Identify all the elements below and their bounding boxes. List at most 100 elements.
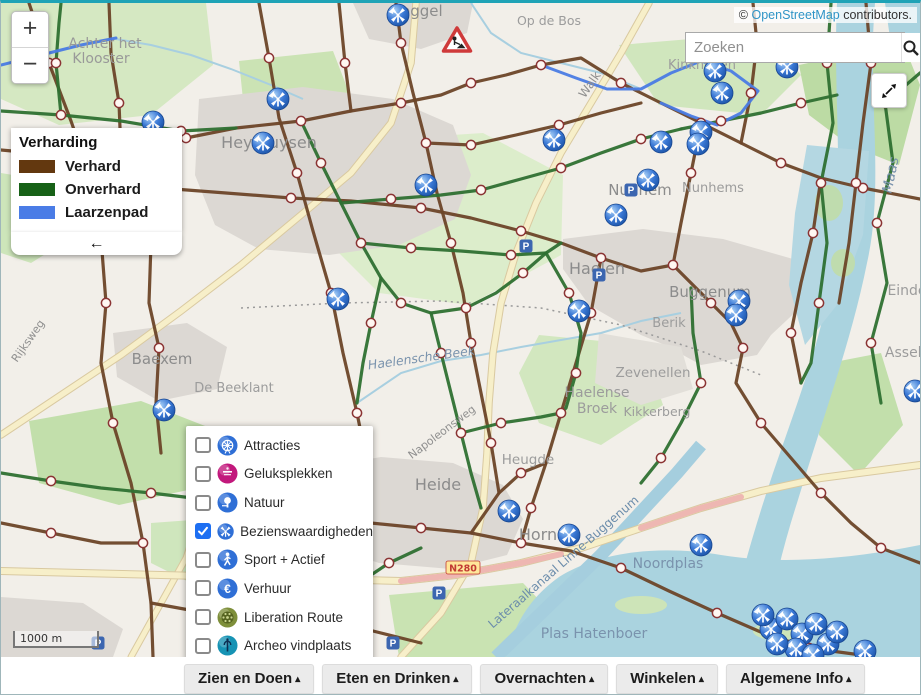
route-node-marker[interactable]	[416, 523, 425, 532]
poi-marker-bezienswaardigheid[interactable]	[387, 4, 409, 26]
layer-item-sport-actief[interactable]: Sport + Actief	[195, 546, 373, 574]
legend-collapse-button[interactable]: ←	[11, 232, 182, 255]
layer-item-natuur[interactable]: Natuur	[195, 489, 373, 517]
route-node-marker[interactable]	[292, 168, 301, 177]
unchecked-checkbox-natuur[interactable]	[195, 495, 211, 511]
poi-marker-bezienswaardigheid[interactable]	[766, 633, 788, 655]
route-node-marker[interactable]	[396, 98, 405, 107]
route-node-marker[interactable]	[46, 528, 55, 537]
layer-item-archeo-vindplaats[interactable]: Archeo vindplaats	[195, 632, 373, 657]
unchecked-checkbox-attracties[interactable]	[195, 437, 211, 453]
route-node-marker[interactable]	[416, 203, 425, 212]
route-node-marker[interactable]	[516, 468, 525, 477]
layer-item-attracties[interactable]: Attracties	[195, 431, 373, 459]
route-node-marker[interactable]	[56, 110, 65, 119]
poi-marker-bezienswaardigheid[interactable]	[252, 132, 274, 154]
route-node-marker[interactable]	[876, 543, 885, 552]
poi-marker-bezienswaardigheid[interactable]	[327, 288, 349, 310]
route-node-marker[interactable]	[696, 378, 705, 387]
route-node-marker[interactable]	[686, 168, 695, 177]
layer-item-geluksplekken[interactable]: Geluksplekken	[195, 460, 373, 488]
unchecked-checkbox-geluksplekken[interactable]	[195, 466, 211, 482]
route-node-marker[interactable]	[296, 116, 305, 125]
route-node-marker[interactable]	[138, 538, 147, 547]
openstreetmap-link[interactable]: OpenStreetMap	[751, 8, 839, 22]
route-node-marker[interactable]	[406, 243, 415, 252]
route-node-marker[interactable]	[264, 53, 273, 62]
poi-marker-bezienswaardigheid[interactable]	[543, 129, 565, 151]
route-node-marker[interactable]	[556, 408, 565, 417]
unchecked-checkbox-liberation-route[interactable]	[195, 609, 211, 625]
route-node-marker[interactable]	[636, 134, 645, 143]
menu-button-zien-en-doen[interactable]: Zien en Doen▴	[184, 664, 314, 694]
zoom-out-button[interactable]: −	[12, 48, 48, 83]
poi-marker-bezienswaardigheid[interactable]	[752, 604, 774, 626]
poi-marker-bezienswaardigheid[interactable]	[498, 500, 520, 522]
route-node-marker[interactable]	[556, 163, 565, 172]
route-node-marker[interactable]	[554, 120, 563, 129]
route-node-marker[interactable]	[716, 116, 725, 125]
parking-marker[interactable]: P	[625, 184, 638, 197]
poi-marker-bezienswaardigheid[interactable]	[690, 534, 712, 556]
route-node-marker[interactable]	[756, 418, 765, 427]
route-node-marker[interactable]	[146, 488, 155, 497]
route-node-marker[interactable]	[386, 194, 395, 203]
poi-marker-bezienswaardigheid[interactable]	[153, 399, 175, 421]
poi-marker-bezienswaardigheid[interactable]	[805, 613, 827, 635]
poi-marker-bezienswaardigheid[interactable]	[711, 82, 733, 104]
poi-marker-bezienswaardigheid[interactable]	[687, 133, 709, 155]
route-node-marker[interactable]	[564, 288, 573, 297]
layer-item-verhuur[interactable]: €Verhuur	[195, 574, 373, 602]
route-node-marker[interactable]	[486, 438, 495, 447]
route-node-marker[interactable]	[816, 178, 825, 187]
route-node-marker[interactable]	[518, 268, 527, 277]
route-node-marker[interactable]	[571, 368, 580, 377]
route-node-marker[interactable]	[808, 228, 817, 237]
poi-marker-bezienswaardigheid[interactable]	[568, 300, 590, 322]
route-node-marker[interactable]	[776, 158, 785, 167]
route-node-marker[interactable]	[536, 60, 545, 69]
route-node-marker[interactable]	[738, 343, 747, 352]
zoom-in-button[interactable]: +	[12, 12, 48, 48]
route-node-marker[interactable]	[108, 418, 117, 427]
search-button[interactable]	[901, 33, 920, 62]
unchecked-checkbox-sport-actief[interactable]	[195, 552, 211, 568]
route-node-marker[interactable]	[366, 318, 375, 327]
route-node-marker[interactable]	[814, 298, 823, 307]
route-node-marker[interactable]	[466, 78, 475, 87]
poi-marker-bezienswaardigheid[interactable]	[558, 524, 580, 546]
route-node-marker[interactable]	[616, 563, 625, 572]
menu-button-eten-en-drinken[interactable]: Eten en Drinken▴	[322, 664, 472, 694]
parking-marker[interactable]: P	[520, 240, 533, 253]
route-node-marker[interactable]	[316, 158, 325, 167]
menu-button-algemene-info[interactable]: Algemene Info▴	[726, 664, 865, 694]
route-node-marker[interactable]	[516, 226, 525, 235]
route-node-marker[interactable]	[446, 238, 455, 247]
route-node-marker[interactable]	[396, 38, 405, 47]
poi-marker-bezienswaardigheid[interactable]	[650, 131, 672, 153]
map-canvas[interactable]: Achter hetKloosterRoggelOp de BosKinkhov…	[1, 3, 920, 657]
route-node-marker[interactable]	[114, 98, 123, 107]
layer-item-liberation-route[interactable]: Liberation Route	[195, 603, 373, 631]
route-node-marker[interactable]	[866, 338, 875, 347]
route-node-marker[interactable]	[101, 298, 110, 307]
route-node-marker[interactable]	[476, 185, 485, 194]
route-node-marker[interactable]	[506, 250, 515, 259]
route-node-marker[interactable]	[51, 58, 60, 67]
menu-button-winkelen[interactable]: Winkelen▴	[616, 664, 718, 694]
route-node-marker[interactable]	[340, 58, 349, 67]
poi-marker-bezienswaardigheid[interactable]	[725, 304, 747, 326]
route-node-marker[interactable]	[384, 558, 393, 567]
route-node-marker[interactable]	[872, 218, 881, 227]
route-node-marker[interactable]	[786, 328, 795, 337]
layer-item-bezienswaardigheden[interactable]: Bezienswaardigheden	[195, 517, 373, 545]
route-node-marker[interactable]	[616, 78, 625, 87]
route-node-marker[interactable]	[851, 178, 860, 187]
route-node-marker[interactable]	[816, 488, 825, 497]
poi-marker-bezienswaardigheid[interactable]	[637, 169, 659, 191]
route-node-marker[interactable]	[496, 418, 505, 427]
route-node-marker[interactable]	[526, 503, 535, 512]
route-node-marker[interactable]	[466, 140, 475, 149]
route-node-marker[interactable]	[656, 453, 665, 462]
route-node-marker[interactable]	[421, 138, 430, 147]
